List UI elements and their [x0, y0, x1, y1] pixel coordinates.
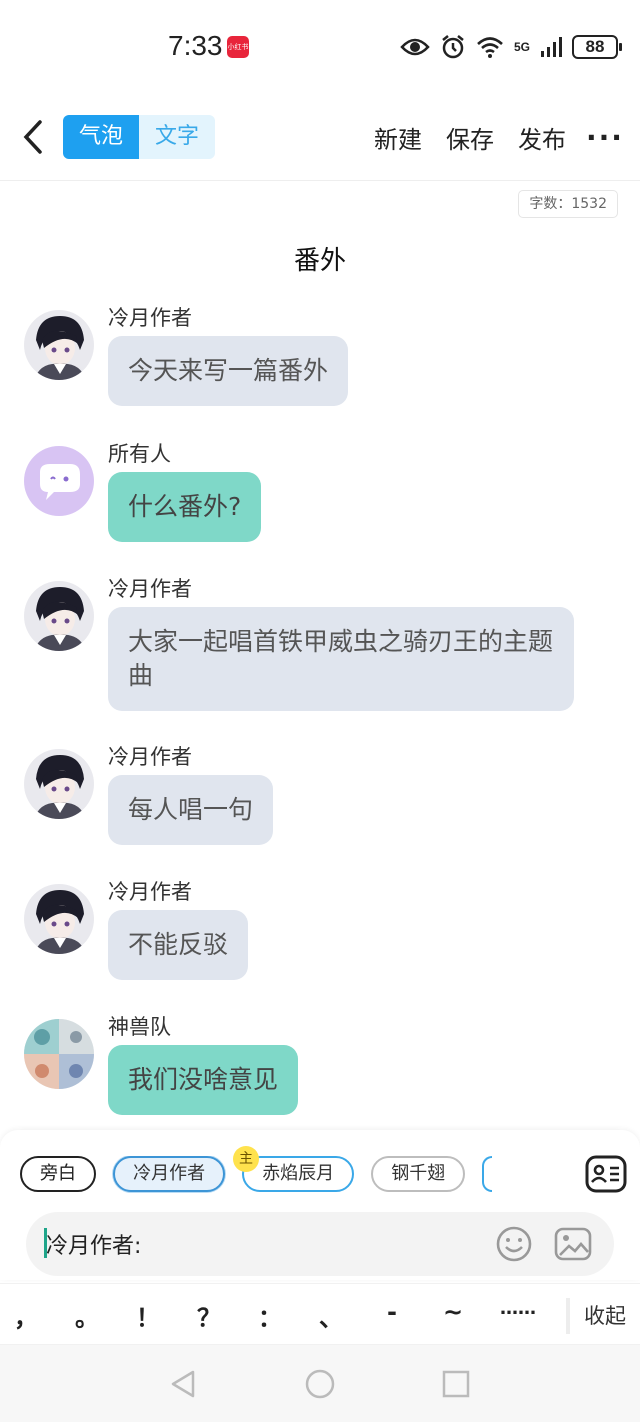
network-type: 5G: [513, 40, 530, 54]
status-icons: 5G 88: [400, 33, 622, 61]
punct-colon[interactable]: ：: [250, 1298, 290, 1333]
anime-boy-avatar-icon: [24, 749, 94, 819]
role-chip-selected[interactable]: 冷月作者: [113, 1156, 226, 1192]
save-button[interactable]: 保存: [446, 120, 494, 155]
more-menu-icon[interactable]: ···: [570, 121, 640, 154]
signal-icon: [541, 37, 562, 57]
message-bubble[interactable]: 我们没啥意见: [108, 1045, 299, 1115]
edit-panel: 旁白 冷月作者 赤焰辰月 钢千翅 主 冷月作者:: [0, 1130, 640, 1280]
tab-bubble[interactable]: 气泡: [63, 115, 139, 159]
avatar[interactable]: [24, 581, 94, 651]
punctuation-bar: ， 。 ！ ？ ： 、 - ~ …… 收起: [0, 1283, 640, 1345]
status-bar: 7:33 小红书 5G 88: [0, 0, 640, 95]
nav-home-icon[interactable]: [305, 1369, 335, 1399]
word-count-badge: 字数：1532: [518, 190, 618, 218]
app-notification-icon: 小红书: [227, 36, 249, 58]
punct-comma[interactable]: ，: [6, 1298, 46, 1333]
sender-name: 冷月作者: [108, 745, 192, 769]
punct-exclaim[interactable]: ！: [128, 1298, 168, 1333]
role-chip-overflow[interactable]: [482, 1156, 492, 1192]
nav-back-icon[interactable]: [168, 1369, 198, 1399]
message-input[interactable]: 冷月作者:: [26, 1212, 614, 1276]
divider: [566, 1298, 570, 1334]
emoji-icon[interactable]: [496, 1226, 532, 1262]
avatar[interactable]: [24, 446, 94, 516]
role-chip[interactable]: 赤焰辰月: [242, 1156, 355, 1192]
sender-name: 冷月作者: [108, 306, 192, 330]
anime-boy-avatar-icon: [24, 581, 94, 651]
avatar[interactable]: [24, 310, 94, 380]
sender-name: 冷月作者: [108, 880, 192, 904]
collapse-button[interactable]: 收起: [584, 1300, 626, 1330]
sender-name: 神兽队: [108, 1015, 171, 1039]
message-bubble[interactable]: 每人唱一句: [108, 775, 274, 845]
mode-toggle: 气泡 文字: [63, 115, 215, 159]
publish-button[interactable]: 发布: [518, 120, 566, 155]
tab-text[interactable]: 文字: [139, 115, 215, 159]
sender-name: 冷月作者: [108, 577, 192, 601]
floral-pattern-avatar-icon: [24, 1019, 94, 1089]
wifi-icon: [477, 37, 503, 58]
input-value[interactable]: 冷月作者:: [46, 1228, 141, 1260]
role-manager-icon[interactable]: [584, 1152, 628, 1196]
message-bubble[interactable]: 大家一起唱首铁甲威虫之骑刃王的主题曲: [108, 607, 574, 711]
clock: 7:33: [168, 30, 223, 61]
eye-icon: [400, 38, 430, 56]
punct-period[interactable]: 。: [67, 1298, 107, 1333]
anime-boy-avatar-icon: [24, 884, 94, 954]
sender-name: 所有人: [108, 442, 171, 466]
punct-ellipsis[interactable]: ……: [494, 1298, 542, 1319]
top-actions: 新建 保存 发布 ···: [350, 117, 640, 157]
image-icon[interactable]: [554, 1226, 592, 1262]
nav-recents-icon[interactable]: [441, 1369, 471, 1399]
main-role-badge: 主: [233, 1146, 259, 1172]
avatar[interactable]: [24, 749, 94, 819]
punct-question[interactable]: ？: [189, 1298, 229, 1333]
message-bubble[interactable]: 什么番外?: [108, 472, 262, 542]
back-arrow-icon[interactable]: [18, 119, 48, 155]
system-nav-bar: [0, 1345, 640, 1422]
punct-dunhao[interactable]: 、: [311, 1298, 351, 1333]
message-bubble[interactable]: 今天来写一篇番外: [108, 336, 349, 406]
role-chip-narrator[interactable]: 旁白: [20, 1156, 96, 1192]
role-chip[interactable]: 钢千翅: [371, 1156, 466, 1192]
avatar[interactable]: [24, 1019, 94, 1089]
top-bar: 气泡 文字 新建 保存 发布 ···: [0, 95, 640, 181]
anime-boy-avatar-icon: [24, 310, 94, 380]
chat-bubble-avatar-icon: [24, 446, 94, 516]
battery-indicator: 88: [572, 35, 622, 59]
alarm-icon: [442, 35, 464, 59]
new-button[interactable]: 新建: [374, 120, 422, 155]
punct-dash[interactable]: -: [372, 1298, 412, 1326]
avatar[interactable]: [24, 884, 94, 954]
story-title[interactable]: 番外: [0, 240, 640, 277]
message-bubble[interactable]: 不能反驳: [108, 910, 249, 980]
punct-tilde[interactable]: ~: [433, 1298, 473, 1326]
